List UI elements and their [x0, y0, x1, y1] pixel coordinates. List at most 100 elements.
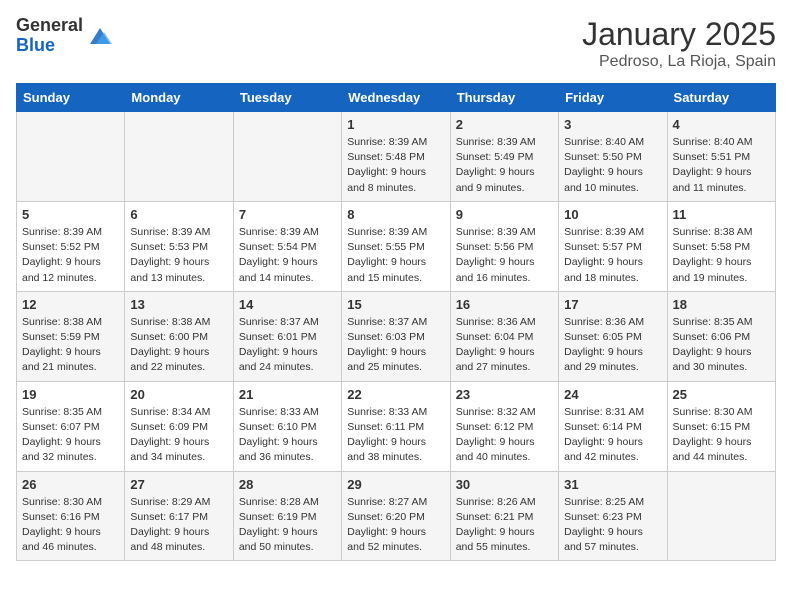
day-number: 12 [22, 297, 119, 312]
day-number: 22 [347, 387, 444, 402]
day-info: Sunrise: 8:33 AM Sunset: 6:10 PM Dayligh… [239, 405, 336, 466]
day-info: Sunrise: 8:38 AM Sunset: 5:58 PM Dayligh… [673, 225, 770, 286]
day-number: 31 [564, 477, 661, 492]
header-cell-saturday: Saturday [667, 84, 775, 112]
calendar-header: SundayMondayTuesdayWednesdayThursdayFrid… [17, 84, 776, 112]
calendar-cell: 21 Sunrise: 8:33 AM Sunset: 6:10 PM Dayli… [233, 381, 341, 471]
day-number: 15 [347, 297, 444, 312]
calendar-cell [667, 471, 775, 561]
calendar-cell: 9 Sunrise: 8:39 AM Sunset: 5:56 PM Daylig… [450, 201, 558, 291]
calendar-cell: 16Sunrise: 8:36 AM Sunset: 6:04 PM Dayli… [450, 291, 558, 381]
day-info: Sunrise: 8:28 AM Sunset: 6:19 PM Dayligh… [239, 495, 336, 556]
day-info: Sunrise: 8:39 AM Sunset: 5:54 PM Dayligh… [239, 225, 336, 286]
day-info: Sunrise: 8:37 AM Sunset: 6:03 PM Dayligh… [347, 315, 444, 376]
day-number: 18 [673, 297, 770, 312]
day-number: 9 [456, 207, 553, 222]
month-title: January 2025 [582, 16, 776, 53]
title-block: January 2025 Pedroso, La Rioja, Spain [582, 16, 776, 71]
day-number: 24 [564, 387, 661, 402]
day-number: 10 [564, 207, 661, 222]
day-number: 1 [347, 117, 444, 132]
logo: General Blue [16, 16, 114, 56]
day-info: Sunrise: 8:39 AM Sunset: 5:57 PM Dayligh… [564, 225, 661, 286]
header-row: SundayMondayTuesdayWednesdayThursdayFrid… [17, 84, 776, 112]
day-number: 3 [564, 117, 661, 132]
day-info: Sunrise: 8:35 AM Sunset: 6:06 PM Dayligh… [673, 315, 770, 376]
calendar-cell: 18 Sunrise: 8:35 AM Sunset: 6:06 PM Dayli… [667, 291, 775, 381]
calendar-cell [17, 112, 125, 202]
calendar-cell: 6Sunrise: 8:39 AM Sunset: 5:53 PM Daylig… [125, 201, 233, 291]
week-row-3: 19 Sunrise: 8:35 AM Sunset: 6:07 PM Dayli… [17, 381, 776, 471]
calendar-cell: 14 Sunrise: 8:37 AM Sunset: 6:01 PM Dayli… [233, 291, 341, 381]
day-info: Sunrise: 8:40 AM Sunset: 5:51 PM Dayligh… [673, 135, 770, 196]
day-info: Sunrise: 8:38 AM Sunset: 5:59 PM Dayligh… [22, 315, 119, 376]
calendar-cell: 31 Sunrise: 8:25 AM Sunset: 6:23 PM Dayli… [559, 471, 667, 561]
day-info: Sunrise: 8:36 AM Sunset: 6:05 PM Dayligh… [564, 315, 661, 376]
day-number: 29 [347, 477, 444, 492]
header-cell-wednesday: Wednesday [342, 84, 450, 112]
header-cell-thursday: Thursday [450, 84, 558, 112]
calendar-cell: 11 Sunrise: 8:38 AM Sunset: 5:58 PM Dayli… [667, 201, 775, 291]
calendar-cell: 23 Sunrise: 8:32 AM Sunset: 6:12 PM Dayli… [450, 381, 558, 471]
calendar-cell: 1Sunrise: 8:39 AM Sunset: 5:48 PM Daylig… [342, 112, 450, 202]
page-header: General Blue January 2025 Pedroso, La Ri… [16, 16, 776, 71]
calendar-cell: 28Sunrise: 8:28 AM Sunset: 6:19 PM Dayli… [233, 471, 341, 561]
day-info: Sunrise: 8:32 AM Sunset: 6:12 PM Dayligh… [456, 405, 553, 466]
day-info: Sunrise: 8:39 AM Sunset: 5:55 PM Dayligh… [347, 225, 444, 286]
day-number: 14 [239, 297, 336, 312]
day-number: 26 [22, 477, 119, 492]
calendar-cell: 4 Sunrise: 8:40 AM Sunset: 5:51 PM Daylig… [667, 112, 775, 202]
day-number: 21 [239, 387, 336, 402]
day-info: Sunrise: 8:30 AM Sunset: 6:15 PM Dayligh… [673, 405, 770, 466]
day-number: 19 [22, 387, 119, 402]
day-info: Sunrise: 8:33 AM Sunset: 6:11 PM Dayligh… [347, 405, 444, 466]
week-row-1: 5 Sunrise: 8:39 AM Sunset: 5:52 PM Daylig… [17, 201, 776, 291]
header-cell-friday: Friday [559, 84, 667, 112]
calendar-cell: 26 Sunrise: 8:30 AM Sunset: 6:16 PM Dayli… [17, 471, 125, 561]
calendar-cell [233, 112, 341, 202]
day-info: Sunrise: 8:27 AM Sunset: 6:20 PM Dayligh… [347, 495, 444, 556]
day-info: Sunrise: 8:35 AM Sunset: 6:07 PM Dayligh… [22, 405, 119, 466]
calendar-cell: 25Sunrise: 8:30 AM Sunset: 6:15 PM Dayli… [667, 381, 775, 471]
day-info: Sunrise: 8:38 AM Sunset: 6:00 PM Dayligh… [130, 315, 227, 376]
calendar-table: SundayMondayTuesdayWednesdayThursdayFrid… [16, 83, 776, 561]
day-number: 11 [673, 207, 770, 222]
day-number: 16 [456, 297, 553, 312]
calendar-cell: 29 Sunrise: 8:27 AM Sunset: 6:20 PM Dayli… [342, 471, 450, 561]
day-info: Sunrise: 8:30 AM Sunset: 6:16 PM Dayligh… [22, 495, 119, 556]
calendar-cell: 27Sunrise: 8:29 AM Sunset: 6:17 PM Dayli… [125, 471, 233, 561]
calendar-cell: 7 Sunrise: 8:39 AM Sunset: 5:54 PM Daylig… [233, 201, 341, 291]
calendar-cell: 13 Sunrise: 8:38 AM Sunset: 6:00 PM Dayli… [125, 291, 233, 381]
day-info: Sunrise: 8:39 AM Sunset: 5:53 PM Dayligh… [130, 225, 227, 286]
logo-text: General Blue [16, 16, 83, 56]
header-cell-tuesday: Tuesday [233, 84, 341, 112]
day-number: 17 [564, 297, 661, 312]
header-cell-monday: Monday [125, 84, 233, 112]
day-number: 4 [673, 117, 770, 132]
calendar-body: 1Sunrise: 8:39 AM Sunset: 5:48 PM Daylig… [17, 112, 776, 561]
day-number: 20 [130, 387, 227, 402]
calendar-cell: 30Sunrise: 8:26 AM Sunset: 6:21 PM Dayli… [450, 471, 558, 561]
day-number: 13 [130, 297, 227, 312]
day-info: Sunrise: 8:39 AM Sunset: 5:56 PM Dayligh… [456, 225, 553, 286]
day-info: Sunrise: 8:39 AM Sunset: 5:52 PM Dayligh… [22, 225, 119, 286]
calendar-cell: 17 Sunrise: 8:36 AM Sunset: 6:05 PM Dayli… [559, 291, 667, 381]
day-number: 8 [347, 207, 444, 222]
day-info: Sunrise: 8:25 AM Sunset: 6:23 PM Dayligh… [564, 495, 661, 556]
day-info: Sunrise: 8:29 AM Sunset: 6:17 PM Dayligh… [130, 495, 227, 556]
calendar-cell: 5 Sunrise: 8:39 AM Sunset: 5:52 PM Daylig… [17, 201, 125, 291]
calendar-cell: 19 Sunrise: 8:35 AM Sunset: 6:07 PM Dayli… [17, 381, 125, 471]
calendar-cell [125, 112, 233, 202]
day-info: Sunrise: 8:37 AM Sunset: 6:01 PM Dayligh… [239, 315, 336, 376]
calendar-cell: 8 Sunrise: 8:39 AM Sunset: 5:55 PM Daylig… [342, 201, 450, 291]
header-cell-sunday: Sunday [17, 84, 125, 112]
calendar-cell: 2Sunrise: 8:39 AM Sunset: 5:49 PM Daylig… [450, 112, 558, 202]
calendar-cell: 22 Sunrise: 8:33 AM Sunset: 6:11 PM Dayli… [342, 381, 450, 471]
day-number: 7 [239, 207, 336, 222]
calendar-cell: 3 Sunrise: 8:40 AM Sunset: 5:50 PM Daylig… [559, 112, 667, 202]
logo-icon [86, 22, 114, 50]
calendar-cell: 20Sunrise: 8:34 AM Sunset: 6:09 PM Dayli… [125, 381, 233, 471]
day-number: 5 [22, 207, 119, 222]
day-number: 23 [456, 387, 553, 402]
day-info: Sunrise: 8:40 AM Sunset: 5:50 PM Dayligh… [564, 135, 661, 196]
